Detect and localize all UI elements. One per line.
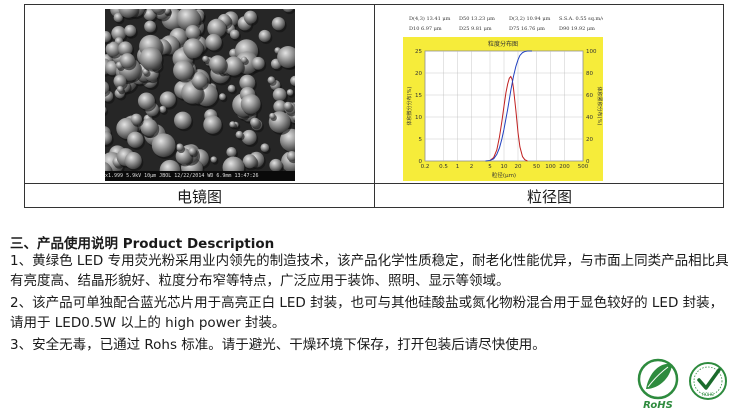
sem-particle [124, 152, 142, 170]
x-axis-label: 粒径(μm) [492, 171, 516, 179]
sem-particle [151, 133, 176, 158]
sem-particle [267, 76, 276, 84]
sem-particle [130, 113, 143, 125]
sem-particle [127, 131, 144, 148]
table-divider-horizontal [25, 183, 723, 184]
y2-tick-label: 0 [586, 159, 590, 165]
certification-logos: RoHS ROHS [636, 353, 730, 411]
sem-particle [283, 101, 293, 111]
sem-particle [173, 111, 192, 130]
sem-particle [119, 53, 136, 69]
y2-tick-label: 60 [586, 93, 593, 99]
y-tick-label: 5 [419, 137, 423, 143]
stat-entry: S.S.A. 0.55 sq.m/c.c. [559, 16, 603, 22]
sem-particle [113, 74, 127, 88]
y2-tick-label: 20 [586, 137, 593, 143]
caption-psd: 粒径图 [526, 188, 572, 206]
stat-entry: D90 19.92 μm [559, 26, 595, 32]
table-divider-vertical [374, 5, 375, 207]
sem-particle [124, 24, 137, 37]
y2-tick-label: 80 [586, 71, 593, 77]
sem-micrograph: x1.999 5.9kV 10μm JBOL 12/22/2014 WD 6.9… [105, 9, 295, 181]
sem-particle [269, 112, 276, 120]
rohs-leaf-logo: RoHS [637, 358, 679, 411]
sem-particle [188, 147, 197, 156]
x-tick-label: 20 [514, 164, 521, 170]
sem-particles [105, 9, 295, 181]
sem-particle [260, 143, 270, 152]
particle-size-chart: D(4,3) 13.41 μm D50 13.23 μm D(3,2) 10.94 … [403, 9, 611, 181]
sem-particle [240, 93, 261, 114]
sem-particle [202, 55, 209, 63]
x-tick-label: 10 [501, 164, 508, 170]
badge-text: ROHS [702, 392, 714, 397]
y2-axis-label: 体积累积分布(%) [596, 87, 603, 126]
sem-particle [235, 130, 244, 139]
sem-particle [272, 87, 287, 102]
sem-particle [271, 16, 286, 31]
sem-footer-bar: x1.999 5.9kV 10μm JBOL 12/22/2014 WD 6.9… [105, 171, 295, 181]
rohs-check-badge: ROHS [689, 362, 727, 400]
sem-particle [243, 10, 257, 24]
image-table: x1.999 5.9kV 10μm JBOL 12/22/2014 WD 6.9… [24, 4, 724, 208]
y-tick-label: 10 [415, 115, 422, 121]
sem-particle [229, 121, 236, 128]
sem-particle [144, 20, 157, 33]
psd-svg: D(4,3) 13.41 μm D50 13.23 μm D(3,2) 10.94 … [403, 9, 611, 181]
y-tick-label: 25 [415, 49, 422, 55]
x-tick-label: 1 [456, 164, 460, 170]
y-tick-label: 20 [415, 71, 422, 77]
sem-particle [205, 33, 222, 51]
x-tick-label: 50 [533, 164, 540, 170]
sem-particle [286, 89, 294, 96]
sem-particle [251, 56, 265, 70]
sem-particle [250, 117, 260, 128]
sem-particle [218, 93, 226, 101]
x-tick-label: 200 [559, 164, 570, 170]
sem-particle [258, 29, 271, 43]
stat-entry: D50 13.23 μm [459, 16, 495, 22]
sem-particle [226, 147, 237, 158]
sem-particle [185, 24, 201, 40]
y-tick-label: 15 [415, 93, 422, 99]
stat-entry: D10 6.97 μm [409, 26, 442, 32]
stat-entry: D25 9.81 μm [459, 26, 492, 32]
sem-particle [240, 56, 248, 64]
stat-entry: D75 16.76 μm [509, 26, 545, 32]
rohs-logo-text: RoHS [643, 400, 673, 411]
paragraph-1: 1、黄绿色 LED 专用荧光粉采用业内领先的制造技术，该产品化学性质稳定，耐老化… [10, 253, 729, 289]
sem-particle [183, 38, 204, 59]
sem-particle [137, 92, 155, 110]
sem-particle [173, 60, 194, 81]
sem-particle [227, 84, 236, 93]
x-tick-label: 0.5 [439, 164, 448, 170]
x-tick-label: 5 [488, 164, 492, 170]
sem-particle [203, 115, 222, 134]
y2-tick-label: 40 [586, 115, 593, 121]
section-heading: 三、产品使用说明 Product Description [10, 236, 275, 252]
sem-particle [139, 47, 163, 70]
paragraph-3: 3、安全无毒，已通过 Rohs 标准。请于避光、干燥环境下保存，打开包装后请尽快… [10, 337, 546, 353]
x-tick-label: 2 [470, 164, 474, 170]
y-axis-label: 体积微分分布(%) [406, 87, 413, 126]
y-tick-label: 0 [419, 159, 423, 165]
caption-sem: 电镜图 [176, 188, 222, 206]
sem-particle [209, 55, 227, 73]
sem-particle [229, 29, 240, 40]
sem-particle [116, 85, 124, 93]
stat-entry: D(4,3) 13.41 μm [409, 15, 451, 22]
y2-tick-label: 100 [586, 49, 597, 55]
x-tick-label: 100 [545, 164, 556, 170]
sem-particle [210, 156, 217, 163]
paragraph-2: 2、该产品可单独配合蓝光芯片用于高亮正白 LED 封装，也可与其他硅酸盐或氮化物… [10, 295, 724, 331]
stat-entry: D(3,2) 10.94 μm [509, 15, 551, 22]
sem-particle [159, 91, 176, 108]
chart-title: 粒度分布图 [488, 40, 518, 48]
